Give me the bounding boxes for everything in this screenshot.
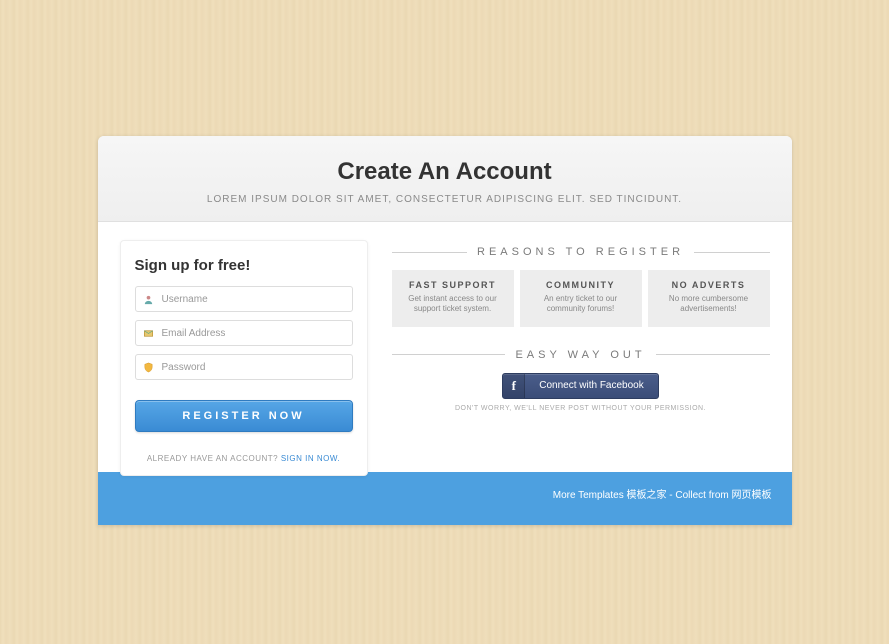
header: Create An Account LOREM IPSUM DOLOR SIT … (98, 136, 792, 222)
right-column: REASONS TO REGISTER FAST SUPPORT Get ins… (392, 244, 770, 448)
signup-heading: Sign up for free! (135, 257, 353, 274)
easy-heading: EASY WAY OUT (515, 349, 645, 361)
reasons-heading: REASONS TO REGISTER (477, 246, 684, 258)
divider (392, 354, 506, 355)
facebook-wrap: f Connect with Facebook DON'T WORRY, WE'… (392, 373, 770, 412)
divider (392, 252, 468, 253)
reason-card-noadverts: NO ADVERTS No more cumbersome advertisem… (648, 270, 770, 327)
facebook-button[interactable]: f Connect with Facebook (502, 373, 659, 399)
password-field-wrap[interactable] (135, 354, 353, 380)
footer-more: More Templates (553, 490, 627, 501)
sign-in-link[interactable]: SIGN IN NOW. (281, 454, 340, 463)
already-have-account: ALREADY HAVE AN ACCOUNT? SIGN IN NOW. (135, 454, 353, 463)
reason-card-community: COMMUNITY An entry ticket to our communi… (520, 270, 642, 327)
mail-icon (142, 326, 156, 340)
divider (694, 252, 770, 253)
reason-cards: FAST SUPPORT Get instant access to our s… (392, 270, 770, 327)
register-button[interactable]: REGISTER NOW (135, 400, 353, 432)
footer-sep: - Collect from (666, 490, 731, 501)
card-title: FAST SUPPORT (400, 280, 506, 290)
signup-card: Sign up for free! REGISTER NOW (120, 240, 368, 476)
username-input[interactable] (162, 294, 346, 305)
body: Sign up for free! REGISTER NOW (98, 222, 792, 448)
easy-heading-wrap: EASY WAY OUT (392, 349, 770, 361)
card-desc: Get instant access to our support ticket… (400, 294, 506, 315)
account-panel: Create An Account LOREM IPSUM DOLOR SIT … (98, 136, 792, 525)
divider (656, 354, 770, 355)
facebook-label: Connect with Facebook (525, 380, 658, 391)
already-prefix: ALREADY HAVE AN ACCOUNT? (147, 454, 281, 463)
facebook-note: DON'T WORRY, WE'LL NEVER POST WITHOUT YO… (392, 405, 770, 412)
footer: More Templates 模板之家 - Collect from 网页模板 (98, 472, 792, 525)
card-desc: An entry ticket to our community forums! (528, 294, 634, 315)
reasons-heading-wrap: REASONS TO REGISTER (392, 246, 770, 258)
user-icon (142, 292, 156, 306)
facebook-icon: f (503, 374, 525, 398)
page-subtitle: LOREM IPSUM DOLOR SIT AMET, CONSECTETUR … (118, 194, 772, 205)
card-desc: No more cumbersome advertisements! (656, 294, 762, 315)
reason-card-support: FAST SUPPORT Get instant access to our s… (392, 270, 514, 327)
footer-link-1[interactable]: 模板之家 (626, 490, 666, 501)
email-field-wrap[interactable] (135, 320, 353, 346)
page-title: Create An Account (118, 158, 772, 186)
card-title: NO ADVERTS (656, 280, 762, 290)
email-input[interactable] (162, 328, 346, 339)
shield-icon (142, 360, 156, 374)
footer-link-2[interactable]: 网页模板 (732, 490, 772, 501)
username-field-wrap[interactable] (135, 286, 353, 312)
password-input[interactable] (162, 362, 346, 373)
card-title: COMMUNITY (528, 280, 634, 290)
